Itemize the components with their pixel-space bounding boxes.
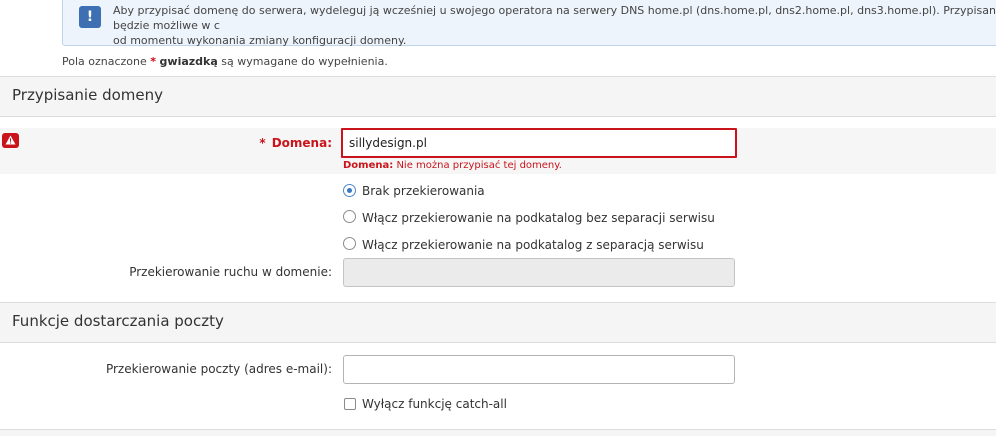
- page: ! Aby przypisać domenę do serwera, wydel…: [0, 0, 996, 436]
- required-note-suffix: są wymagane do wypełnienia.: [221, 55, 388, 68]
- section-title-mail: Funkcje dostarczania poczty: [12, 312, 224, 330]
- domain-required-star: *: [259, 136, 266, 150]
- radio-redirect-no-separation[interactable]: [343, 210, 356, 223]
- info-text-line-2: od momentu wykonania zmiany konfiguracji…: [113, 34, 407, 47]
- traffic-redirect-input: [343, 258, 735, 287]
- required-star: *: [150, 55, 157, 68]
- section-title-domain: Przypisanie domeny: [12, 86, 163, 104]
- warning-icon: [2, 133, 19, 148]
- domain-input[interactable]: sillydesign.pl: [341, 128, 737, 158]
- radio-redirect-separation[interactable]: [343, 237, 356, 250]
- mail-redirect-label: Przekierowanie poczty (adres e-mail):: [105, 362, 332, 376]
- catchall-label[interactable]: Wyłącz funkcję catch-all: [362, 397, 507, 411]
- required-note-bold: gwiazdką: [159, 55, 218, 68]
- mail-redirect-input[interactable]: [343, 355, 735, 384]
- radio-redirect-no-separation-label[interactable]: Włącz przekierowanie na podkatalog bez s…: [362, 211, 715, 225]
- required-fields-note: Pola oznaczone * gwiazdką są wymagane do…: [62, 55, 388, 68]
- domain-label-text: Domena:: [271, 136, 332, 150]
- info-text-line-1: Aby przypisać domenę do serwera, wydeleg…: [113, 4, 996, 32]
- radio-no-redirect[interactable]: [343, 184, 356, 197]
- section-header-domain: Przypisanie domeny: [0, 77, 996, 116]
- traffic-redirect-label: Przekierowanie ruchu w domenie:: [129, 265, 332, 279]
- error-text: Nie można przypisać tej domeny.: [396, 160, 562, 171]
- domain-label: * Domena:: [259, 136, 332, 150]
- info-text: Aby przypisać domenę do serwera, wydeleg…: [113, 3, 996, 48]
- divider: [0, 342, 996, 343]
- radio-no-redirect-label[interactable]: Brak przekierowania: [362, 184, 485, 198]
- domain-error-message: Domena: Nie można przypisać tej domeny.: [343, 160, 562, 171]
- divider: [0, 116, 996, 117]
- error-field-name: Domena:: [343, 160, 394, 171]
- catchall-checkbox[interactable]: [344, 398, 356, 410]
- info-icon: !: [79, 6, 101, 28]
- next-section-header: [0, 430, 996, 436]
- radio-redirect-separation-label[interactable]: Włącz przekierowanie na podkatalog z sep…: [362, 238, 704, 252]
- required-note-prefix: Pola oznaczone: [62, 55, 147, 68]
- info-box: ! Aby przypisać domenę do serwera, wydel…: [62, 0, 996, 48]
- section-header-mail: Funkcje dostarczania poczty: [0, 303, 996, 342]
